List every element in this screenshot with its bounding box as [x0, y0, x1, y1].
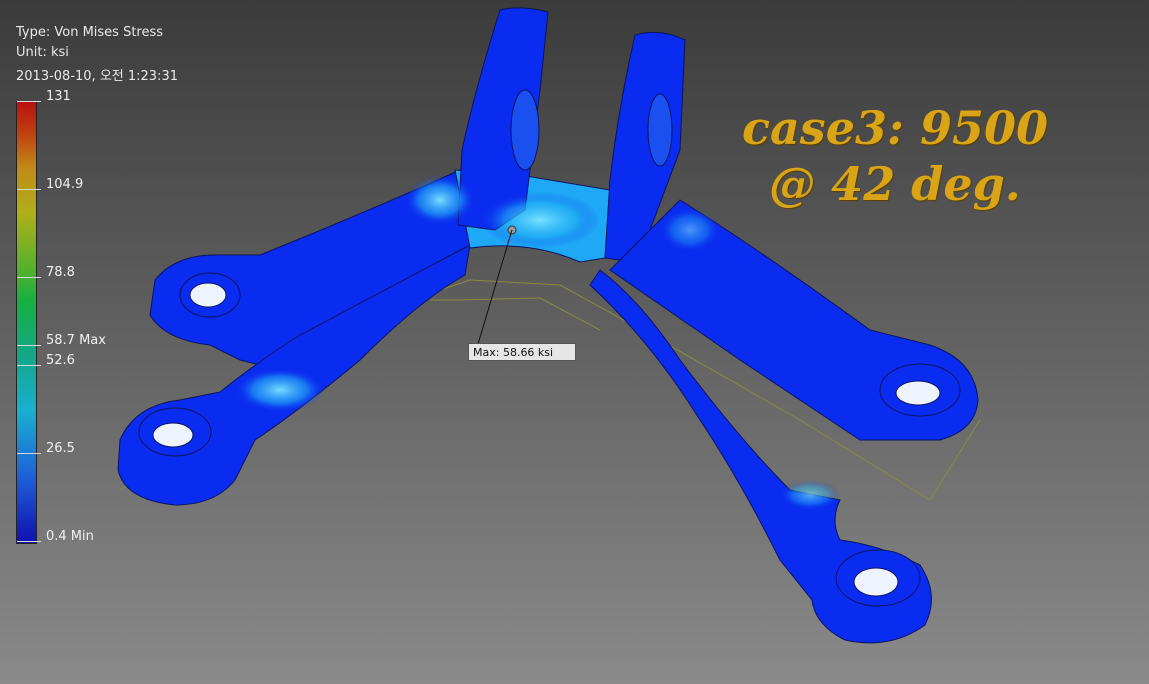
legend-tick: [17, 189, 41, 190]
mounting-hole: [853, 567, 899, 597]
mounting-hole: [152, 422, 194, 448]
mounting-hole: [189, 282, 227, 308]
result-timestamp: 2013-08-10, 오전 1:23:31: [16, 69, 178, 84]
result-unit: Unit: ksi: [16, 45, 69, 60]
stress-hotspot: [480, 192, 600, 248]
stress-hotspot: [235, 368, 325, 412]
legend-tick: [17, 277, 41, 278]
viewport[interactable]: Type: Von Mises Stress Unit: ksi 2013-08…: [0, 0, 1149, 684]
legend-tick-label: 26.5: [46, 441, 75, 456]
legend-tick-label: 0.4 Min: [46, 529, 94, 544]
mounting-hole: [895, 380, 941, 406]
clevis-pin-hole: [647, 93, 673, 167]
case-title-line1: case3: 9500: [741, 101, 1048, 155]
legend-tick: [17, 541, 41, 542]
legend-tick: [17, 101, 41, 102]
clevis-pin-hole: [510, 89, 540, 171]
case-title-line2: @ 42 deg.: [769, 157, 1021, 211]
stress-hotspot: [780, 480, 840, 510]
stress-hotspot: [660, 208, 720, 252]
legend-tick-label: 58.7 Max: [46, 333, 106, 348]
legend-tick-label: 131: [46, 89, 71, 104]
stress-hotspot: [405, 175, 475, 225]
case-title: case3: 9500 @ 42 deg.: [700, 100, 1090, 212]
legend-color-bar: [16, 101, 37, 544]
legend-tick-label: 52.6: [46, 353, 75, 368]
legend-tick: [17, 453, 41, 454]
legend-tick: [17, 365, 41, 366]
legend-tick-label: 104.9: [46, 177, 84, 192]
result-type: Type: Von Mises Stress: [16, 25, 164, 40]
legend-tick: [17, 345, 41, 346]
legend-tick-label: 78.8: [46, 265, 75, 280]
max-value-callout[interactable]: Max: 58.66 ksi: [468, 343, 576, 361]
